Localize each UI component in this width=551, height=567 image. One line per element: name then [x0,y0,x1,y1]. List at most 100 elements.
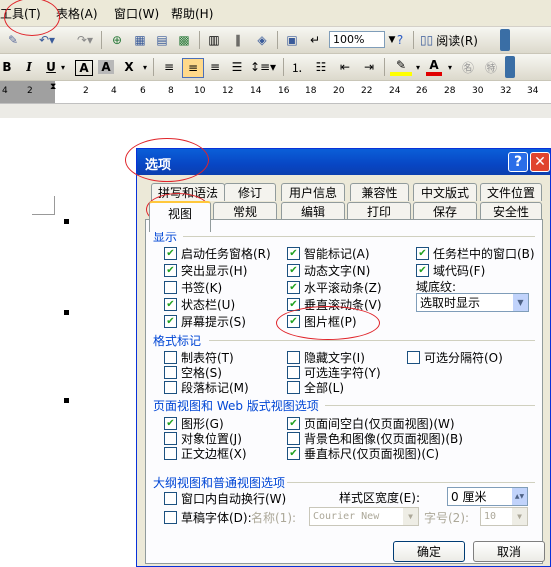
checkbox-screen-tips[interactable]: ✔ 屏幕提示(S) [164,313,246,330]
checkbox-box[interactable] [164,511,177,524]
checkbox-box[interactable] [287,381,300,394]
read-button[interactable]: ▯▯ 阅读(R) [420,30,490,50]
checkbox-box[interactable]: ✔ [164,315,177,328]
style-area-width-spinner[interactable]: 0 厘米 ▲▼ [447,487,528,506]
checkbox-box[interactable] [164,381,177,394]
checkbox-box[interactable]: ✔ [287,281,300,294]
checkbox-paragraph-marks[interactable]: 段落标记(M) [164,379,249,396]
bold-button[interactable]: B [0,57,14,77]
insert-table-icon[interactable]: ▤ [153,30,171,50]
tab-revisions[interactable]: 修订 [224,183,276,201]
spinner-arrows-icon[interactable]: ▲▼ [512,488,527,505]
phonetic-guide-icon[interactable]: ㊕ [482,57,500,77]
checkbox-wrap-to-window[interactable]: 窗口内自动换行(W) [164,490,286,507]
tab-compatibility[interactable]: 兼容性 [350,183,409,201]
tab-security[interactable]: 安全性 [480,202,542,220]
checkbox-box[interactable]: ✔ [164,264,177,277]
menu-window[interactable]: 窗口(W) [114,5,159,22]
checkbox-box[interactable] [164,366,177,379]
bullets-icon[interactable]: ☷ [312,57,330,77]
field-shading-select[interactable]: 选取时显示 ▼ [416,293,529,312]
checkbox-animated-text[interactable]: ✔ 动态文字(N) [287,262,370,279]
checkbox-box[interactable]: ✔ [164,298,177,311]
drawing-icon[interactable]: ∥ [229,30,247,50]
checkbox-all-marks[interactable]: 全部(L) [287,379,344,396]
horizontal-ruler[interactable]: 4 2 ⧗ 2 4 6 8 10 12 14 16 18 20 22 24 26… [0,81,551,104]
highlight-dropdown-icon[interactable]: ▾ [413,57,423,77]
ok-button[interactable]: 确定 [393,541,465,562]
char-scale-button[interactable]: X [121,57,137,77]
checkbox-box[interactable]: ✔ [416,264,429,277]
checkbox-optional-breaks[interactable]: 可选分隔符(O) [407,349,503,366]
checkbox-text-boundaries[interactable]: 正文边框(X) [164,445,247,462]
underline-dropdown-icon[interactable]: ▾ [58,57,68,77]
font-color-icon[interactable]: A [426,58,442,76]
align-left-icon[interactable]: ≡ [160,57,178,77]
paragraph-mark-icon[interactable]: ↵ [306,30,324,50]
draft-font-name-select[interactable]: Courier New ▼ [309,507,419,526]
decrease-indent-icon[interactable]: ⇤ [336,57,354,77]
checkbox-box[interactable] [164,281,177,294]
checkbox-bookmarks[interactable]: 书签(K) [164,279,222,296]
tab-file-locations[interactable]: 文件位置 [480,183,542,201]
document-map-icon[interactable]: ◈ [253,30,271,50]
hyperlink-icon[interactable]: ⊕ [108,30,126,50]
chevron-down-icon[interactable]: ▼ [512,508,527,525]
italic-button[interactable]: I [22,57,36,77]
checkbox-box[interactable]: ✔ [164,247,177,260]
checkbox-smart-tags[interactable]: ✔ 智能标记(A) [287,245,370,262]
insert-excel-icon[interactable]: ▩ [175,30,193,50]
line-spacing-icon[interactable]: ↕≡▾ [250,57,276,77]
checkbox-box[interactable] [164,492,177,505]
tables-borders-icon[interactable]: ▦ [131,30,149,50]
increase-indent-icon[interactable]: ⇥ [360,57,378,77]
zoom-select[interactable]: 100% [329,31,385,48]
checkbox-highlight[interactable]: ✔ 突出显示(H) [164,262,247,279]
tab-user-info[interactable]: 用户信息 [281,183,345,201]
indent-marker-icon[interactable]: ⧗ [50,82,56,92]
draft-font-size-select[interactable]: 10 ▼ [480,507,528,526]
tab-general[interactable]: 常规 [213,202,277,220]
checkbox-windows-in-taskbar[interactable]: ✔ 任务栏中的窗口(B) [416,245,535,262]
checkbox-box[interactable] [287,351,300,364]
checkbox-field-codes[interactable]: ✔ 域代码(F) [416,262,485,279]
checkbox-startup-task-pane[interactable]: ✔ 启动任务窗格(R) [164,245,271,262]
chevron-down-icon[interactable]: ▼ [403,508,418,525]
checkbox-box[interactable]: ✔ [287,264,300,277]
cancel-button[interactable]: 取消 [473,541,545,562]
close-button[interactable]: ✕ [530,152,550,172]
redo-arrow-icon[interactable]: ↷▾ [74,30,96,50]
tab-edit[interactable]: 编辑 [281,202,345,220]
enclose-char-icon[interactable]: ㊔ [459,57,477,77]
highlight-icon[interactable]: ✎ [390,58,412,76]
align-right-icon[interactable]: ≡ [206,57,224,77]
char-shading-button[interactable]: A [98,60,114,74]
checkbox-status-bar[interactable]: ✔ 状态栏(U) [164,296,235,313]
checkbox-draft-font[interactable]: 草稿字体(D): [164,509,252,526]
checkbox-box[interactable]: ✔ [287,247,300,260]
checkbox-box[interactable] [164,447,177,460]
chevron-down-icon[interactable]: ▼ [513,294,528,311]
checkbox-box[interactable] [287,432,300,445]
menu-help[interactable]: 帮助(H) [171,5,213,22]
toolbar-options-icon[interactable] [505,56,515,78]
align-center-icon[interactable]: ≡ [182,58,204,78]
columns-icon[interactable]: ▥ [205,30,223,50]
show-hide-icon[interactable]: ▣ [283,30,301,50]
menu-table[interactable]: 表格(A) [56,5,98,22]
tab-asian-typography[interactable]: 中文版式 [413,183,477,201]
help-icon[interactable]: ? [392,30,408,50]
checkbox-box[interactable]: ✔ [287,417,300,430]
tab-print[interactable]: 打印 [347,202,411,220]
help-button[interactable]: ? [508,152,528,172]
checkbox-box[interactable]: ✔ [164,417,177,430]
underline-button[interactable]: U [44,57,58,77]
checkbox-box[interactable] [164,351,177,364]
checkbox-box[interactable] [164,432,177,445]
checkbox-vertical-ruler[interactable]: ✔ 垂直标尺(仅页面视图)(C) [287,445,439,462]
checkbox-box[interactable]: ✔ [287,447,300,460]
scale-dropdown-icon[interactable]: ▾ [140,57,150,77]
justify-icon[interactable]: ☰ [228,57,246,77]
checkbox-box[interactable]: ✔ [416,247,429,260]
tab-view[interactable]: 视图 [149,201,211,232]
